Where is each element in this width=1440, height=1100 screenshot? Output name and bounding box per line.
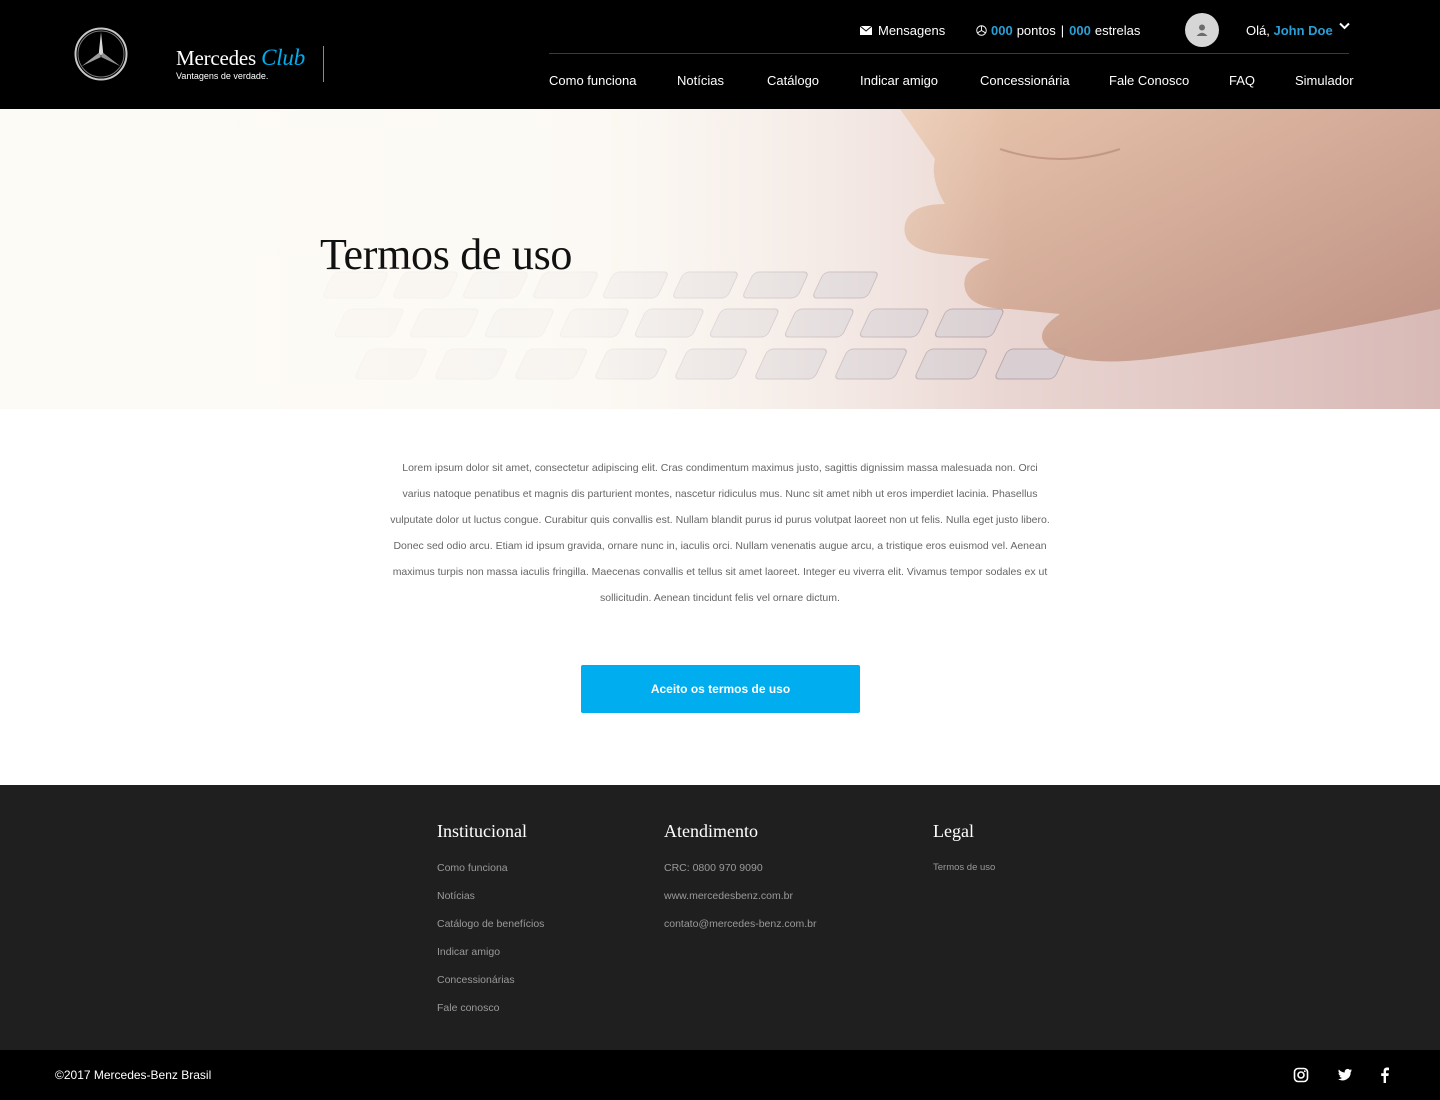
terms-paragraph: Lorem ipsum dolor sit amet, consectetur … xyxy=(390,462,1050,604)
footer-heading: Legal xyxy=(933,821,974,841)
points-status: 000 pontos | 000 estrelas xyxy=(976,23,1140,38)
nav-item-como-funciona[interactable]: Como funciona xyxy=(549,73,636,88)
mercedes-star-icon[interactable] xyxy=(74,27,128,81)
points-separator: | xyxy=(1060,23,1065,38)
footer-col-legal: Legal Termos de uso xyxy=(933,821,995,882)
main-nav: Como funciona Notícias Catálogo Indicar … xyxy=(549,73,1354,89)
user-icon xyxy=(1196,24,1208,36)
footer-link-como-funciona[interactable]: Como funciona xyxy=(437,854,544,882)
brand-club: Club xyxy=(261,45,306,70)
mercedes-star-small-icon xyxy=(976,25,987,36)
facebook-icon[interactable] xyxy=(1377,1067,1393,1083)
footer-heading: Atendimento xyxy=(664,821,758,841)
brand-name: Mercedes Club xyxy=(176,45,306,71)
footer-link-fale-conosco[interactable]: Fale conosco xyxy=(437,994,544,1022)
site-footer: Institucional Como funciona Notícias Cat… xyxy=(0,785,1440,1050)
greeting-label: Olá, xyxy=(1246,23,1270,38)
nav-item-fale-conosco[interactable]: Fale Conosco xyxy=(1109,73,1189,88)
envelope-icon xyxy=(860,26,872,35)
nav-item-catalogo[interactable]: Catálogo xyxy=(767,73,819,88)
brand[interactable]: Mercedes Club Vantagens de verdade. xyxy=(176,45,306,82)
chevron-down-icon[interactable] xyxy=(1339,22,1350,30)
accept-terms-button[interactable]: Aceito os termos de uso xyxy=(581,665,860,713)
brand-tagline: Vantagens de verdade. xyxy=(176,71,269,81)
terms-content: Lorem ipsum dolor sit amet, consectetur … xyxy=(390,455,1050,611)
footer-link-termos[interactable]: Termos de uso xyxy=(933,854,995,882)
footer-link-catalogo[interactable]: Catálogo de benefícios xyxy=(437,910,544,938)
nav-item-faq[interactable]: FAQ xyxy=(1229,73,1255,88)
twitter-icon[interactable] xyxy=(1337,1067,1353,1083)
footer-link-email[interactable]: contato@mercedes-benz.com.br xyxy=(664,910,816,938)
footer-link-concessionarias[interactable]: Concessionárias xyxy=(437,966,544,994)
footer-link-crc[interactable]: CRC: 0800 970 9090 xyxy=(664,854,816,882)
nav-item-simulador[interactable]: Simulador xyxy=(1295,73,1354,88)
keyboard-hand-image xyxy=(0,109,1440,409)
footer-col-institucional: Institucional Como funciona Notícias Cat… xyxy=(437,821,544,1022)
stars-label: estrelas xyxy=(1094,23,1141,38)
nav-item-noticias[interactable]: Notícias xyxy=(677,73,724,88)
points-value: 000 xyxy=(991,23,1013,38)
nav-item-concessionaria[interactable]: Concessionária xyxy=(980,73,1070,88)
bottom-bar: ©2017 Mercedes-Benz Brasil xyxy=(0,1050,1440,1100)
footer-link-website[interactable]: www.mercedesbenz.com.br xyxy=(664,882,816,910)
user-greeting[interactable]: Olá, John Doe xyxy=(1246,23,1333,38)
nav-item-indicar-amigo[interactable]: Indicar amigo xyxy=(860,73,938,88)
brand-name-text: Mercedes xyxy=(176,46,257,70)
page-title: Termos de uso xyxy=(320,230,573,279)
footer-link-indicar-amigo[interactable]: Indicar amigo xyxy=(437,938,544,966)
avatar[interactable] xyxy=(1185,13,1219,47)
instagram-icon[interactable] xyxy=(1293,1067,1309,1083)
messages-link[interactable]: Mensagens xyxy=(860,23,945,38)
brand-divider xyxy=(323,46,324,82)
footer-heading: Institucional xyxy=(437,821,527,841)
copyright: ©2017 Mercedes-Benz Brasil xyxy=(55,1068,212,1082)
points-label: pontos xyxy=(1016,23,1056,38)
footer-col-atendimento: Atendimento CRC: 0800 970 9090 www.merce… xyxy=(664,821,816,938)
stars-value: 000 xyxy=(1069,23,1091,38)
user-bar: Mensagens 000 pontos | 000 estrelas Olá,… xyxy=(549,0,1350,54)
messages-label: Mensagens xyxy=(878,23,946,38)
user-name: John Doe xyxy=(1273,23,1333,38)
footer-link-noticias[interactable]: Notícias xyxy=(437,882,544,910)
site-header: Mercedes Club Vantagens de verdade. Mens… xyxy=(0,0,1440,109)
hero-banner: Termos de uso xyxy=(0,109,1440,409)
